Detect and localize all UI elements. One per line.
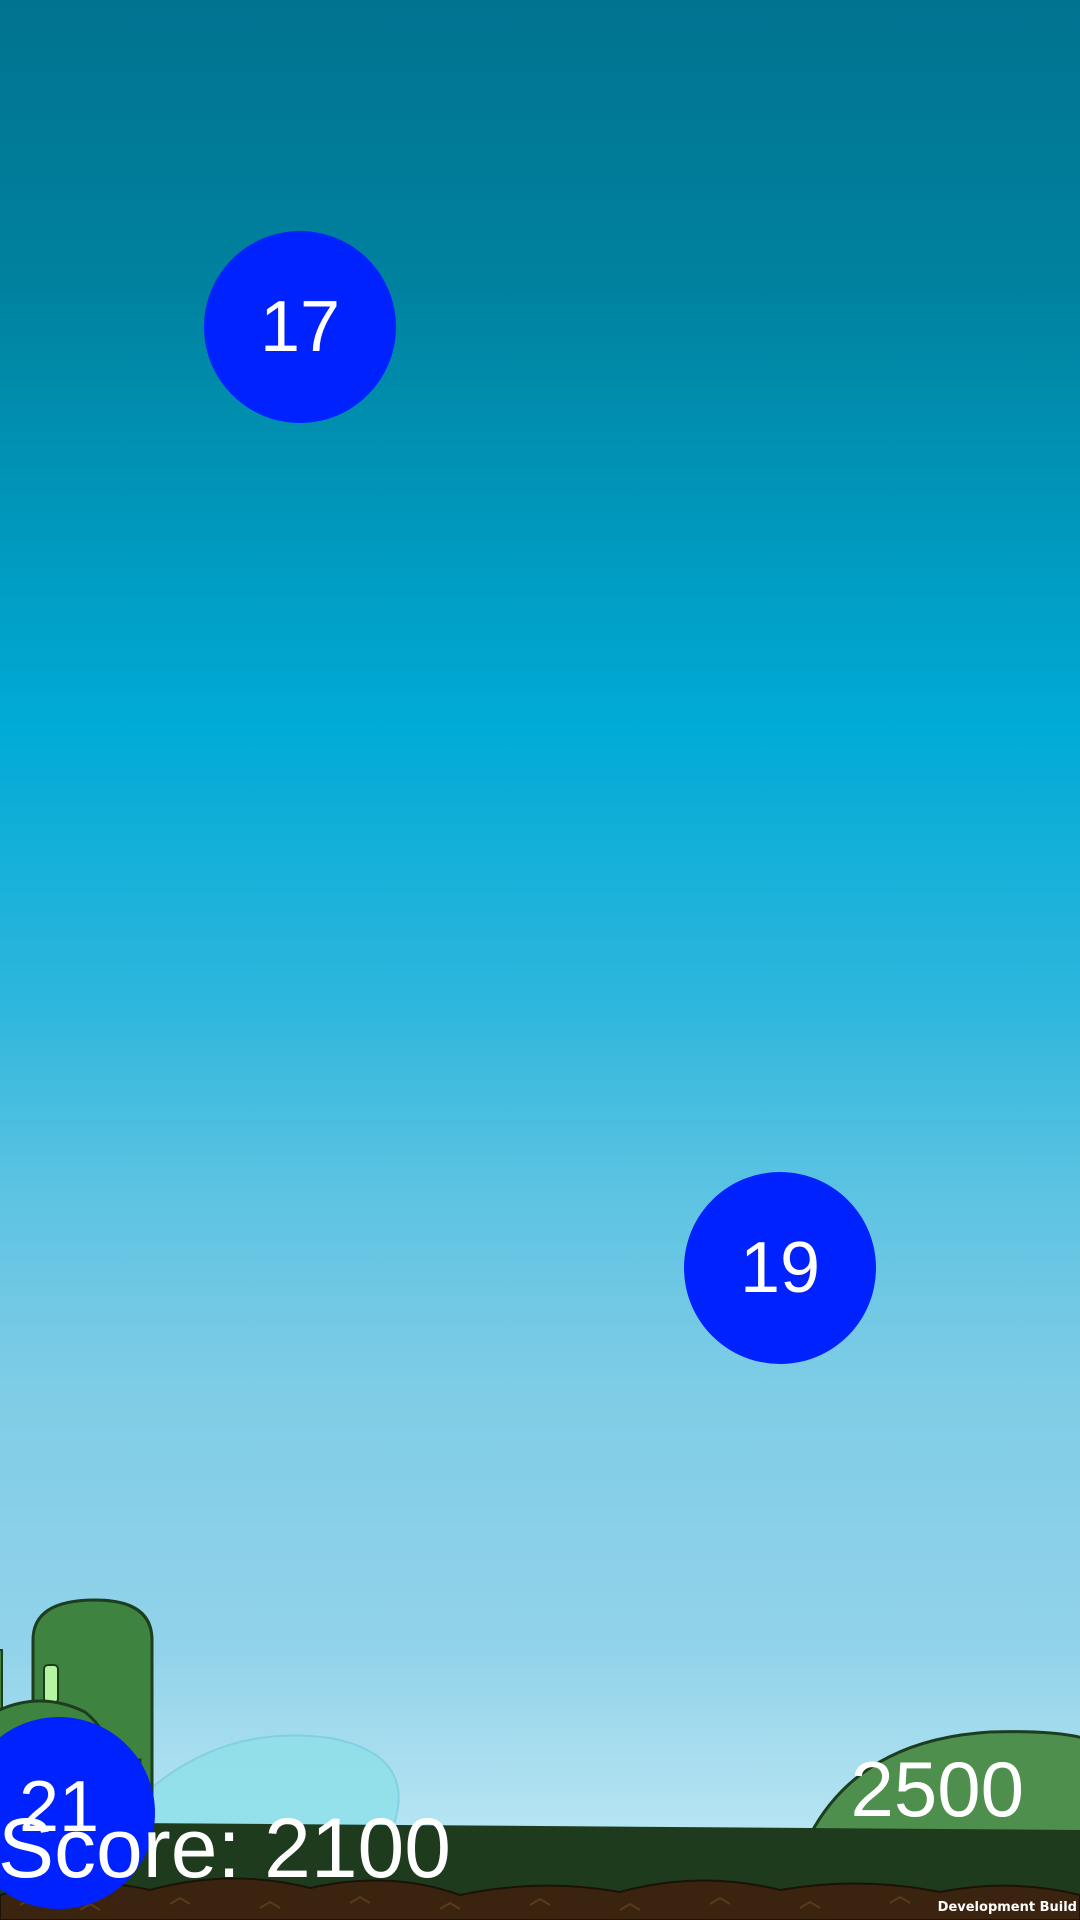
number-bubble-17[interactable]: 17	[204, 231, 396, 423]
target-score: 2500	[850, 1745, 1024, 1833]
game-screen: 17 19 21 Score: 2100 2500 Development Bu…	[0, 0, 1080, 1920]
score-label: Score: 2100	[0, 1801, 451, 1895]
number-bubble-19[interactable]: 19	[684, 1172, 876, 1364]
background-scenery	[0, 1598, 1080, 1920]
tower-window	[43, 1664, 59, 1704]
development-build-label: Development Build	[937, 1900, 1077, 1915]
bubble-number: 19	[739, 1228, 821, 1308]
bubble-number: 17	[259, 287, 341, 367]
